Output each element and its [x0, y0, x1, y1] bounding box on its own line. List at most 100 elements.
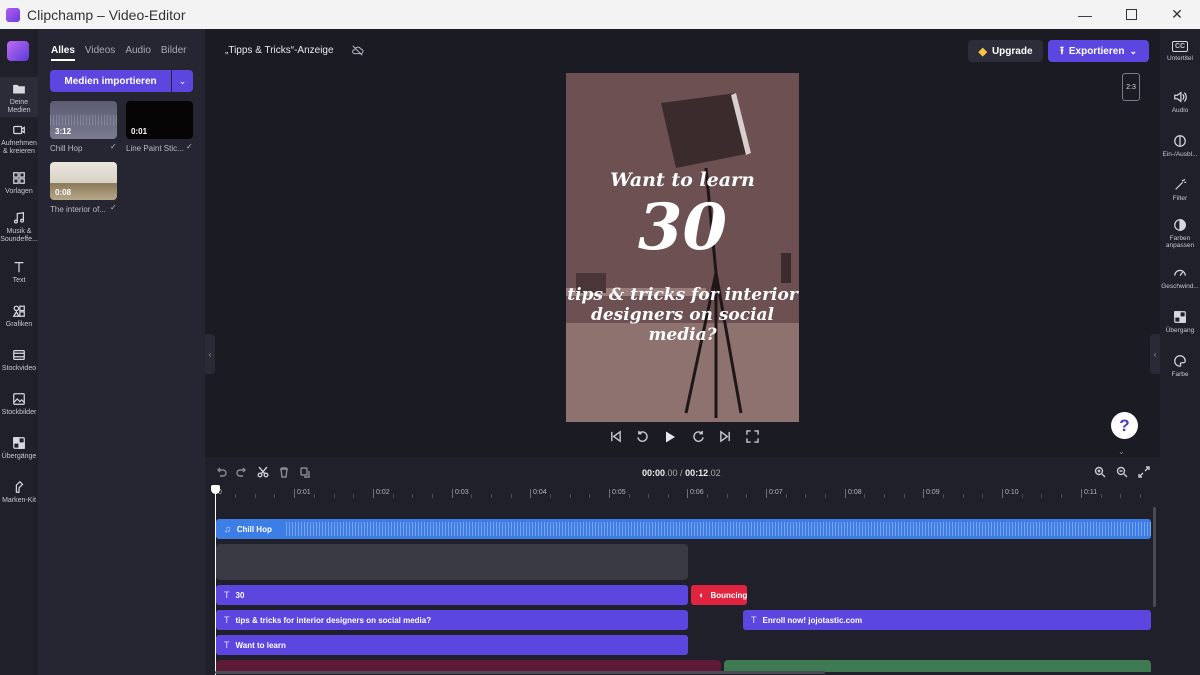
rewind-5-icon: [637, 430, 648, 442]
fullscreen-button[interactable]: [746, 430, 759, 448]
palette-icon: [1174, 355, 1186, 367]
media-item-line-paint[interactable]: 0:01: [126, 101, 193, 139]
rail-item-templates[interactable]: Vorlagen: [0, 171, 38, 196]
collapse-right-panel-button[interactable]: ‹: [1150, 334, 1160, 374]
media-name: The interior of...: [50, 205, 107, 214]
audio-waveform: [286, 522, 1151, 536]
media-item-chill-hop[interactable]: 3:12: [50, 101, 117, 139]
skip-forward-button[interactable]: [719, 430, 732, 448]
camera-icon: [13, 125, 25, 135]
skip-back-button[interactable]: [609, 430, 622, 448]
ruler-tick: [530, 489, 531, 498]
undo-icon[interactable]: [215, 466, 227, 478]
clip-text-want[interactable]: T Want to learn: [216, 635, 688, 655]
tab-videos[interactable]: Videos: [85, 45, 115, 61]
ruler-minor-tick: [1101, 494, 1102, 498]
fit-timeline-icon[interactable]: [1138, 466, 1150, 478]
collapse-left-panel-button[interactable]: ‹: [205, 334, 215, 374]
import-dropdown-button[interactable]: ⌄: [172, 70, 193, 92]
time-ruler[interactable]: 0 0:01 0:02 0:03 0:04 0:05 0:06 0:07 0:0…: [215, 486, 1151, 500]
rail-label: Stockbilder: [1, 409, 37, 416]
ruler-label: 0:01: [297, 489, 311, 496]
duplicate-icon[interactable]: [299, 466, 311, 478]
ruler-minor-tick: [746, 494, 747, 498]
time-separator: /: [677, 468, 686, 478]
ruler-minor-tick: [805, 494, 806, 498]
chevron-down-icon[interactable]: ⌄: [1118, 447, 1125, 456]
rail-item-brandkit[interactable]: Marken-Kit: [0, 480, 38, 505]
title-bar: Clipchamp – Video-Editor — ✕: [0, 0, 1200, 29]
ruler-minor-tick: [255, 494, 256, 498]
tab-audio[interactable]: Audio: [125, 45, 151, 61]
chevron-right-icon: ‹: [1153, 349, 1157, 359]
import-media-button[interactable]: Medien importieren: [50, 70, 171, 92]
rp-item-transition[interactable]: Übergang: [1160, 310, 1200, 334]
ruler-minor-tick: [1061, 494, 1062, 498]
ruler-minor-tick: [904, 494, 905, 498]
rp-label: Audio: [1171, 107, 1189, 114]
rail-item-media[interactable]: Deine Medien: [0, 77, 38, 117]
rp-item-adjust-colors[interactable]: Farben anpassen: [1160, 218, 1200, 249]
clip-label: Want to learn: [235, 640, 286, 650]
rp-item-color[interactable]: Farbe: [1160, 354, 1200, 378]
rail-item-stockimages[interactable]: Stockbilder: [0, 392, 38, 417]
aspect-ratio-button[interactable]: 2:3: [1122, 73, 1140, 101]
ruler-minor-tick: [1140, 494, 1141, 498]
trash-icon[interactable]: [278, 466, 290, 478]
rp-item-captions[interactable]: CC Untertitel: [1160, 41, 1200, 62]
rail-item-record[interactable]: Aufnehmen & kreieren: [0, 123, 38, 156]
playhead[interactable]: [215, 487, 216, 675]
timeline-vertical-scrollbar[interactable]: [1153, 507, 1156, 607]
playhead-handle[interactable]: [211, 485, 220, 494]
rail-item-stockvideo[interactable]: Stockvideo: [0, 348, 38, 373]
ruler-tick: [766, 489, 767, 498]
zoom-in-icon[interactable]: [1094, 466, 1106, 478]
minimize-button[interactable]: —: [1062, 0, 1108, 29]
help-button[interactable]: ?: [1111, 412, 1138, 439]
rp-label: Geschwind...: [1161, 283, 1199, 290]
clip-video-placeholder[interactable]: [216, 544, 688, 580]
rail-item-transitions[interactable]: Übergänge: [0, 436, 38, 461]
upgrade-button[interactable]: ◆ Upgrade: [968, 40, 1043, 62]
rewind-button[interactable]: [636, 430, 649, 448]
tab-all[interactable]: Alles: [51, 45, 75, 61]
fullscreen-icon: [746, 430, 759, 443]
scissors-icon[interactable]: [257, 466, 269, 478]
redo-icon[interactable]: [236, 466, 248, 478]
rp-item-audio[interactable]: Audio: [1160, 90, 1200, 114]
clip-text-tips[interactable]: T tips & tricks for interior designers o…: [216, 610, 688, 630]
clip-text-enroll[interactable]: T Enroll now! jojotastic.com: [743, 610, 1151, 630]
rp-item-fade[interactable]: Ein-/Ausbl...: [1160, 134, 1200, 158]
tab-images[interactable]: Bilder: [161, 45, 187, 61]
project-name[interactable]: „Tipps & Tricks“-Anzeige: [225, 45, 334, 56]
clip-label: Bouncing: [710, 590, 747, 600]
effect-icon: ◐: [699, 590, 705, 600]
export-button[interactable]: ⭱ Exportieren ⌄: [1048, 40, 1149, 62]
music-icon: [13, 212, 25, 224]
rail-item-music[interactable]: Musik & Soundeffe...: [0, 211, 38, 244]
ruler-minor-tick: [1022, 494, 1023, 498]
rp-item-speed[interactable]: Geschwind...: [1160, 266, 1200, 290]
maximize-button[interactable]: [1108, 0, 1154, 29]
rail-item-graphics[interactable]: Grafiken: [0, 304, 38, 329]
play-button[interactable]: [663, 430, 677, 449]
rp-item-filter[interactable]: Filter: [1160, 178, 1200, 202]
forward-button[interactable]: [692, 430, 705, 448]
close-button[interactable]: ✕: [1154, 0, 1200, 29]
zoom-out-icon[interactable]: [1116, 466, 1128, 478]
clip-text-30[interactable]: T 30: [216, 585, 688, 605]
clip-audio-chill-hop[interactable]: ♫ Chill Hop: [216, 519, 1151, 539]
timeline-horizontal-scrollbar[interactable]: [215, 671, 825, 674]
rp-label: Farben anpassen: [1165, 235, 1195, 249]
cloud-sync-off-icon[interactable]: [351, 45, 364, 56]
play-icon: [666, 431, 676, 442]
clip-effect-bouncing[interactable]: ◐ Bouncing: [691, 585, 747, 605]
rail-item-text[interactable]: Text: [0, 260, 38, 285]
media-item-interior[interactable]: 0:08: [50, 162, 117, 200]
ruler-minor-tick: [982, 494, 983, 498]
media-name: Line Paint Stic...: [126, 144, 184, 153]
check-icon: ✓: [186, 142, 193, 151]
clipchamp-logo: [7, 41, 29, 61]
video-preview[interactable]: Want to learn 30 tips & tricks for inter…: [566, 73, 799, 422]
timeline-toolbar: [215, 466, 311, 478]
